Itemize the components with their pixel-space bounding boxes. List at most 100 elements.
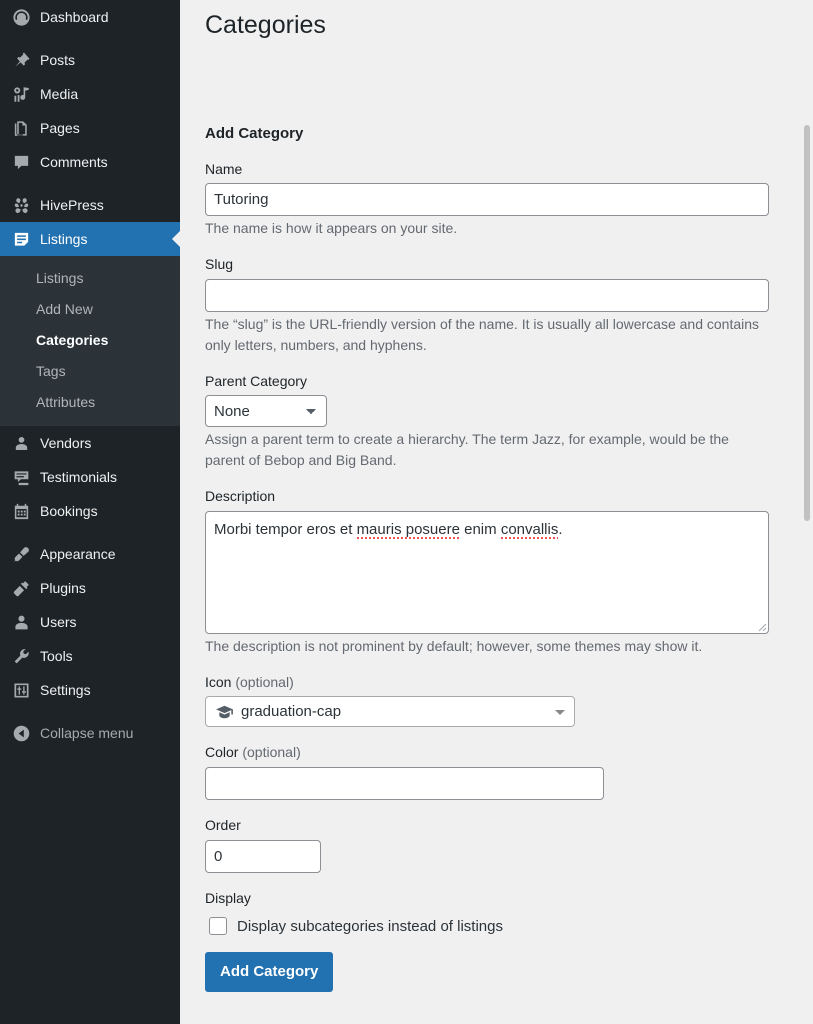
description-textarea[interactable]: Morbi tempor eros et mauris posuere enim… [205,511,769,634]
sidebar-item-testimonials[interactable]: Testimonials [0,460,180,494]
field-name: Name The name is how it appears on your … [205,144,813,240]
sidebar-item-label: Bookings [40,502,98,520]
color-input[interactable] [205,767,604,800]
sidebar-item-label: Plugins [40,579,86,597]
parent-category-label: Parent Category [205,372,813,396]
media-icon [11,84,31,104]
sidebar-item-label: Testimonials [40,468,117,486]
pin-icon [11,50,31,70]
sidebar-divider [0,528,180,537]
page-title: Categories [205,0,813,46]
sidebar-item-comments[interactable]: Comments [0,145,180,179]
sidebar-item-media[interactable]: Media [0,77,180,111]
collapse-arrow-icon [11,723,31,743]
sidebar-item-label: Pages [40,119,80,137]
name-description: The name is how it appears on your site. [205,218,765,239]
sidebar-item-collapse-menu[interactable]: Collapse menu [0,716,180,750]
comment-icon [11,152,31,172]
listings-icon [11,229,31,249]
sidebar-divider [0,34,180,43]
submenu-item-add-new[interactable]: Add New [0,294,180,325]
sidebar-item-label: Appearance [40,545,116,563]
field-parent-category: Parent Category None Assign a parent ter… [205,356,813,472]
display-subcategories-label[interactable]: Display subcategories instead of listing… [237,918,503,935]
paintbrush-icon [11,544,31,564]
icon-optional-suffix: (optional) [235,674,293,690]
admin-page: Dashboard Posts Media Pag [0,0,813,1024]
sidebar-submenu-listings: Listings Add New Categories Tags Attribu… [0,256,180,426]
sidebar-divider [0,179,180,188]
sidebar-item-settings[interactable]: Settings [0,673,180,707]
sidebar-group-hivepress-extensions: Vendors Testimonials Bookings [0,426,180,528]
icon-select[interactable]: graduation-cap [205,696,575,727]
textarea-resize-handle[interactable] [754,619,767,632]
vertical-scrollbar[interactable] [798,0,813,1024]
display-subcategories-checkbox[interactable] [209,917,227,935]
sidebar-item-posts[interactable]: Posts [0,43,180,77]
slug-label: Slug [205,255,813,279]
sidebar-item-hivepress[interactable]: HivePress [0,188,180,222]
submenu-item-attributes[interactable]: Attributes [0,387,180,418]
field-order: Order [205,800,813,873]
description-text: Morbi tempor eros et mauris posuere enim… [214,521,563,540]
submenu-item-listings[interactable]: Listings [0,263,180,294]
icon-label-text: Icon [205,674,231,690]
pages-icon [11,118,31,138]
sidebar-item-vendors[interactable]: Vendors [0,426,180,460]
parent-category-description: Assign a parent term to create a hierarc… [205,429,765,471]
submenu-item-categories[interactable]: Categories [0,325,180,356]
sidebar-item-users[interactable]: Users [0,605,180,639]
admin-sidebar: Dashboard Posts Media Pag [0,0,180,1024]
color-label-text: Color [205,744,238,760]
sidebar-item-pages[interactable]: Pages [0,111,180,145]
sidebar-item-label: HivePress [40,196,104,214]
name-label: Name [205,160,813,184]
icon-label: Icon (optional) [205,673,813,697]
sidebar-group-content: Posts Media Pages Comments [0,43,180,179]
name-input[interactable] [205,183,769,216]
field-slug: Slug The “slug” is the URL-friendly vers… [205,239,813,356]
icon-select-value: graduation-cap [241,703,341,720]
sidebar-item-label: Settings [40,681,91,699]
sidebar-item-label: Collapse menu [40,724,133,742]
sidebar-item-label: Vendors [40,434,91,452]
field-display: Display Display subcategories instead of… [205,873,813,936]
slug-input[interactable] [205,279,769,312]
field-description: Description Morbi tempor eros et mauris … [205,471,813,657]
order-label: Order [205,816,813,840]
submenu-item-tags[interactable]: Tags [0,356,180,387]
sidebar-item-appearance[interactable]: Appearance [0,537,180,571]
color-optional-suffix: (optional) [242,744,300,760]
sidebar-item-tools[interactable]: Tools [0,639,180,673]
sidebar-group-dashboard: Dashboard [0,0,180,34]
description-help: The description is not prominent by defa… [205,636,765,657]
wrench-icon [11,646,31,666]
sidebar-item-bookings[interactable]: Bookings [0,494,180,528]
parent-category-select[interactable]: None [205,395,327,427]
sidebar-group-collapse: Collapse menu [0,716,180,750]
chevron-down-icon [555,710,565,715]
sidebar-item-plugins[interactable]: Plugins [0,571,180,605]
slug-description: The “slug” is the URL-friendly version o… [205,314,765,356]
add-category-button[interactable]: Add Category [205,952,333,992]
order-input[interactable] [205,840,321,873]
calendar-icon [11,501,31,521]
settings-sliders-icon [11,680,31,700]
add-category-heading: Add Category [205,46,813,144]
description-label: Description [205,487,813,511]
color-label: Color (optional) [205,743,813,767]
field-icon: Icon (optional) graduation-cap [205,657,813,728]
sidebar-item-label: Tools [40,647,73,665]
field-color: Color (optional) [205,727,813,800]
sidebar-item-dashboard[interactable]: Dashboard [0,0,180,34]
sidebar-item-label: Media [40,85,78,103]
sidebar-item-label: Comments [40,153,108,171]
scrollbar-thumb[interactable] [804,125,810,521]
plug-icon [11,578,31,598]
sidebar-item-listings[interactable]: Listings [0,222,180,256]
vendor-user-icon [11,433,31,453]
sidebar-item-label: Listings [40,230,87,248]
sidebar-item-label: Posts [40,51,75,69]
main-content: Categories Add Category Name The name is… [180,0,813,1024]
dashboard-icon [11,7,31,27]
